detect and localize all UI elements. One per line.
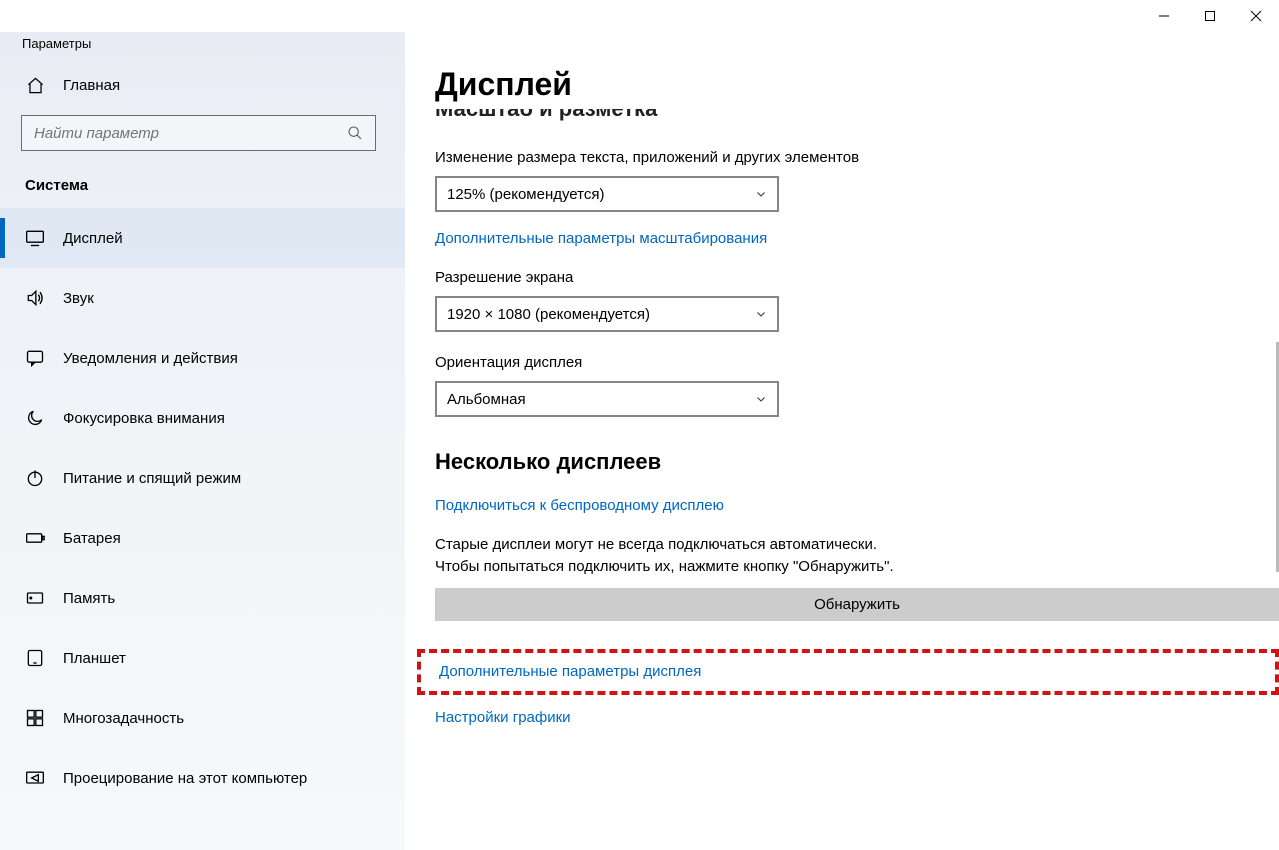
sidebar-item-label: Многозадачность [63, 710, 184, 727]
sidebar-item-label: Уведомления и действия [63, 350, 238, 367]
app-title: Параметры [0, 32, 405, 65]
detect-line2: Чтобы попытаться подключить их, нажмите … [435, 558, 894, 575]
orientation-label: Ориентация дисплея [435, 354, 1279, 371]
sidebar-item-label: Питание и спящий режим [63, 470, 241, 487]
page-title: Дисплей [435, 66, 1279, 103]
chevron-down-icon [755, 393, 767, 405]
nav-list: Дисплей Звук Уведомления и действия [0, 208, 405, 808]
scale-label: Изменение размера текста, приложений и д… [435, 149, 1279, 166]
sidebar-item-storage[interactable]: Память [0, 568, 405, 628]
wireless-display-link[interactable]: Подключиться к беспроводному дисплею [435, 497, 1279, 514]
scale-value: 125% (рекомендуется) [447, 186, 604, 203]
scale-combobox[interactable]: 125% (рекомендуется) [435, 176, 779, 212]
sidebar-item-power[interactable]: Питание и спящий режим [0, 448, 405, 508]
sidebar-item-sound[interactable]: Звук [0, 268, 405, 328]
sidebar-item-multitask[interactable]: Многозадачность [0, 688, 405, 748]
sidebar-item-label: Дисплей [63, 230, 123, 247]
sidebar: Параметры Главная Система [0, 32, 405, 850]
chevron-down-icon [755, 308, 767, 320]
home-button[interactable]: Главная [0, 65, 405, 105]
orientation-combobox[interactable]: Альбомная [435, 381, 779, 417]
search-icon [345, 123, 365, 143]
home-icon [25, 75, 45, 95]
advanced-scaling-link[interactable]: Дополнительные параметры масштабирования [435, 230, 1279, 247]
display-icon [25, 228, 45, 248]
tablet-icon [25, 648, 45, 668]
sidebar-item-projecting[interactable]: Проецирование на этот компьютер [0, 748, 405, 808]
sound-icon [25, 288, 45, 308]
main-content: Дисплей Масштаб и разметка Изменение раз… [405, 32, 1279, 850]
projecting-icon [25, 768, 45, 788]
sidebar-item-label: Звук [63, 290, 94, 307]
section-heading-multi: Несколько дисплеев [435, 449, 1279, 475]
minimize-button[interactable] [1141, 0, 1187, 32]
sidebar-item-label: Проецирование на этот компьютер [63, 770, 307, 787]
sidebar-item-label: Фокусировка внимания [63, 410, 225, 427]
power-icon [25, 468, 45, 488]
detect-line1: Старые дисплеи могут не всегда подключат… [435, 536, 877, 553]
storage-icon [25, 588, 45, 608]
sidebar-item-label: Планшет [63, 650, 126, 667]
search-input[interactable] [32, 124, 345, 143]
chevron-down-icon [755, 188, 767, 200]
sidebar-item-notifications[interactable]: Уведомления и действия [0, 328, 405, 388]
sidebar-item-label: Батарея [63, 530, 121, 547]
search-wrap [0, 105, 405, 167]
sidebar-item-battery[interactable]: Батарея [0, 508, 405, 568]
graphics-settings-link[interactable]: Настройки графики [435, 709, 1279, 726]
detect-paragraph: Старые дисплеи могут не всегда подключат… [435, 534, 1279, 578]
body: Параметры Главная Система [0, 32, 1279, 850]
sidebar-item-tablet[interactable]: Планшет [0, 628, 405, 688]
sidebar-item-focus[interactable]: Фокусировка внимания [0, 388, 405, 448]
orientation-value: Альбомная [447, 391, 526, 408]
maximize-button[interactable] [1187, 0, 1233, 32]
multitask-icon [25, 708, 45, 728]
battery-icon [25, 528, 45, 548]
category-label: Система [0, 167, 405, 208]
resolution-label: Разрешение экрана [435, 269, 1279, 286]
resolution-combobox[interactable]: 1920 × 1080 (рекомендуется) [435, 296, 779, 332]
section-heading-scale: Масштаб и разметка [435, 109, 1279, 129]
search-box[interactable] [21, 115, 376, 151]
notification-icon [25, 348, 45, 368]
settings-window: Параметры Главная Система [0, 0, 1279, 850]
sidebar-item-display[interactable]: Дисплей [0, 208, 405, 268]
window-controls [1141, 0, 1279, 32]
advanced-display-link[interactable]: Дополнительные параметры дисплея [439, 663, 701, 680]
close-button[interactable] [1233, 0, 1279, 32]
highlight-annotation: Дополнительные параметры дисплея [417, 649, 1279, 695]
moon-icon [25, 408, 45, 428]
home-label: Главная [63, 77, 120, 94]
detect-button[interactable]: Обнаружить [435, 588, 1279, 621]
titlebar [0, 0, 1279, 32]
resolution-value: 1920 × 1080 (рекомендуется) [447, 306, 650, 323]
sidebar-item-label: Память [63, 590, 115, 607]
